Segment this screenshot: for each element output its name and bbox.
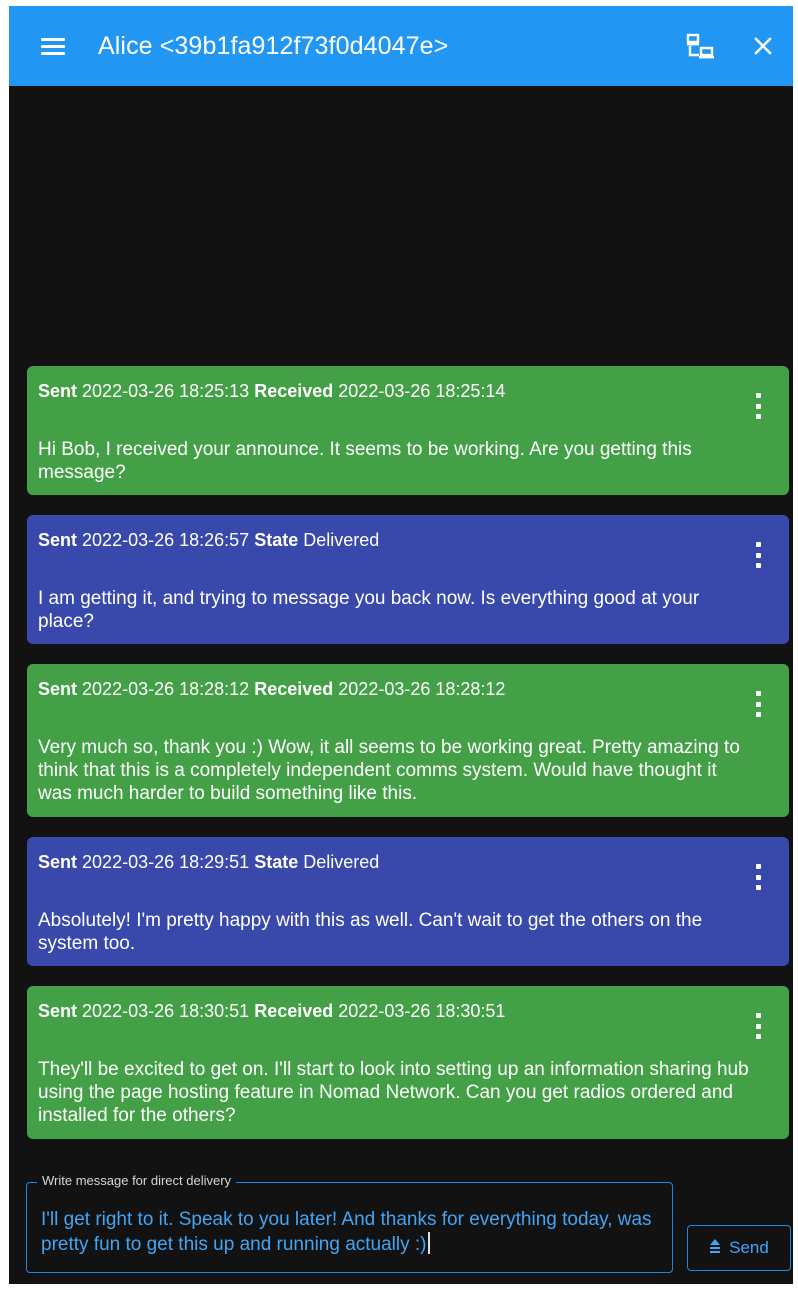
message-bubble-received[interactable]: Sent 2022-03-26 18:30:51 Received 2022-0… [27, 986, 789, 1139]
message-text: Very much so, thank you :) Wow, it all s… [38, 737, 740, 804]
close-icon[interactable] [751, 34, 775, 58]
message-meta: Sent 2022-03-26 18:26:57 State Delivered [38, 529, 719, 551]
message-meta: Sent 2022-03-26 18:28:12 Received 2022-0… [38, 678, 719, 700]
message-text: I am getting it, and trying to message y… [38, 588, 700, 632]
sent-label: Sent [38, 852, 78, 872]
message-bubble-sent[interactable]: Sent 2022-03-26 18:26:57 State Delivered… [27, 515, 789, 644]
hamburger-menu-icon[interactable] [41, 38, 65, 56]
message-text: Absolutely! I'm pretty happy with this a… [38, 910, 703, 954]
message-meta: Sent 2022-03-26 18:25:13 Received 2022-0… [38, 380, 719, 402]
more-options-icon[interactable] [753, 393, 763, 419]
message-input[interactable]: Write message for direct delivery I'll g… [26, 1172, 673, 1273]
status-value: Delivered [303, 530, 380, 550]
sent-time: 2022-03-26 18:30:51 [82, 1001, 250, 1021]
message-text: Hi Bob, I received your announce. It see… [38, 439, 692, 483]
status-value: 2022-03-26 18:30:51 [338, 1001, 506, 1021]
app-window: Alice <39b1fa912f73f0d4047e> Sent 2022-0… [9, 6, 793, 1284]
status-value: 2022-03-26 18:28:12 [338, 679, 506, 699]
message-bubble-received[interactable]: Sent 2022-03-26 18:25:13 Received 2022-0… [27, 366, 789, 495]
sent-time: 2022-03-26 18:26:57 [82, 530, 250, 550]
sent-time: 2022-03-26 18:25:13 [82, 381, 250, 401]
lan-connect-icon[interactable] [685, 33, 719, 63]
status-value: 2022-03-26 18:25:14 [338, 381, 506, 401]
sent-time: 2022-03-26 18:28:12 [82, 679, 250, 699]
top-app-bar: Alice <39b1fa912f73f0d4047e> [9, 6, 793, 86]
status-label: Received [254, 1001, 334, 1021]
status-label: Received [254, 381, 334, 401]
sent-label: Sent [38, 679, 78, 699]
message-meta: Sent 2022-03-26 18:30:51 Received 2022-0… [38, 1000, 719, 1022]
message-input-label: Write message for direct delivery [37, 1172, 237, 1190]
sent-label: Sent [38, 381, 78, 401]
message-bubble-sent[interactable]: Sent 2022-03-26 18:29:51 State Delivered… [27, 837, 789, 966]
status-label: State [254, 530, 299, 550]
status-label: State [254, 852, 299, 872]
more-options-icon[interactable] [753, 542, 763, 568]
send-button-label: Send [729, 1238, 769, 1257]
status-label: Received [254, 679, 334, 699]
sent-label: Sent [38, 1001, 78, 1021]
sent-time: 2022-03-26 18:29:51 [82, 852, 250, 872]
status-value: Delivered [303, 852, 380, 872]
message-bubble-received[interactable]: Sent 2022-03-26 18:28:12 Received 2022-0… [27, 664, 789, 817]
send-up-arrow-icon [709, 1238, 721, 1259]
more-options-icon[interactable] [753, 1013, 763, 1039]
more-options-icon[interactable] [753, 691, 763, 717]
sent-label: Sent [38, 530, 78, 550]
message-input-value[interactable]: I'll get right to it. Speak to you later… [41, 1208, 662, 1257]
text-caret [427, 1232, 430, 1254]
conversation-title: Alice <39b1fa912f73f0d4047e> [98, 32, 449, 60]
send-button[interactable]: Send [687, 1225, 791, 1271]
more-options-icon[interactable] [753, 864, 763, 890]
message-text: They'll be excited to get on. I'll start… [38, 1059, 749, 1126]
message-meta: Sent 2022-03-26 18:29:51 State Delivered [38, 851, 719, 873]
